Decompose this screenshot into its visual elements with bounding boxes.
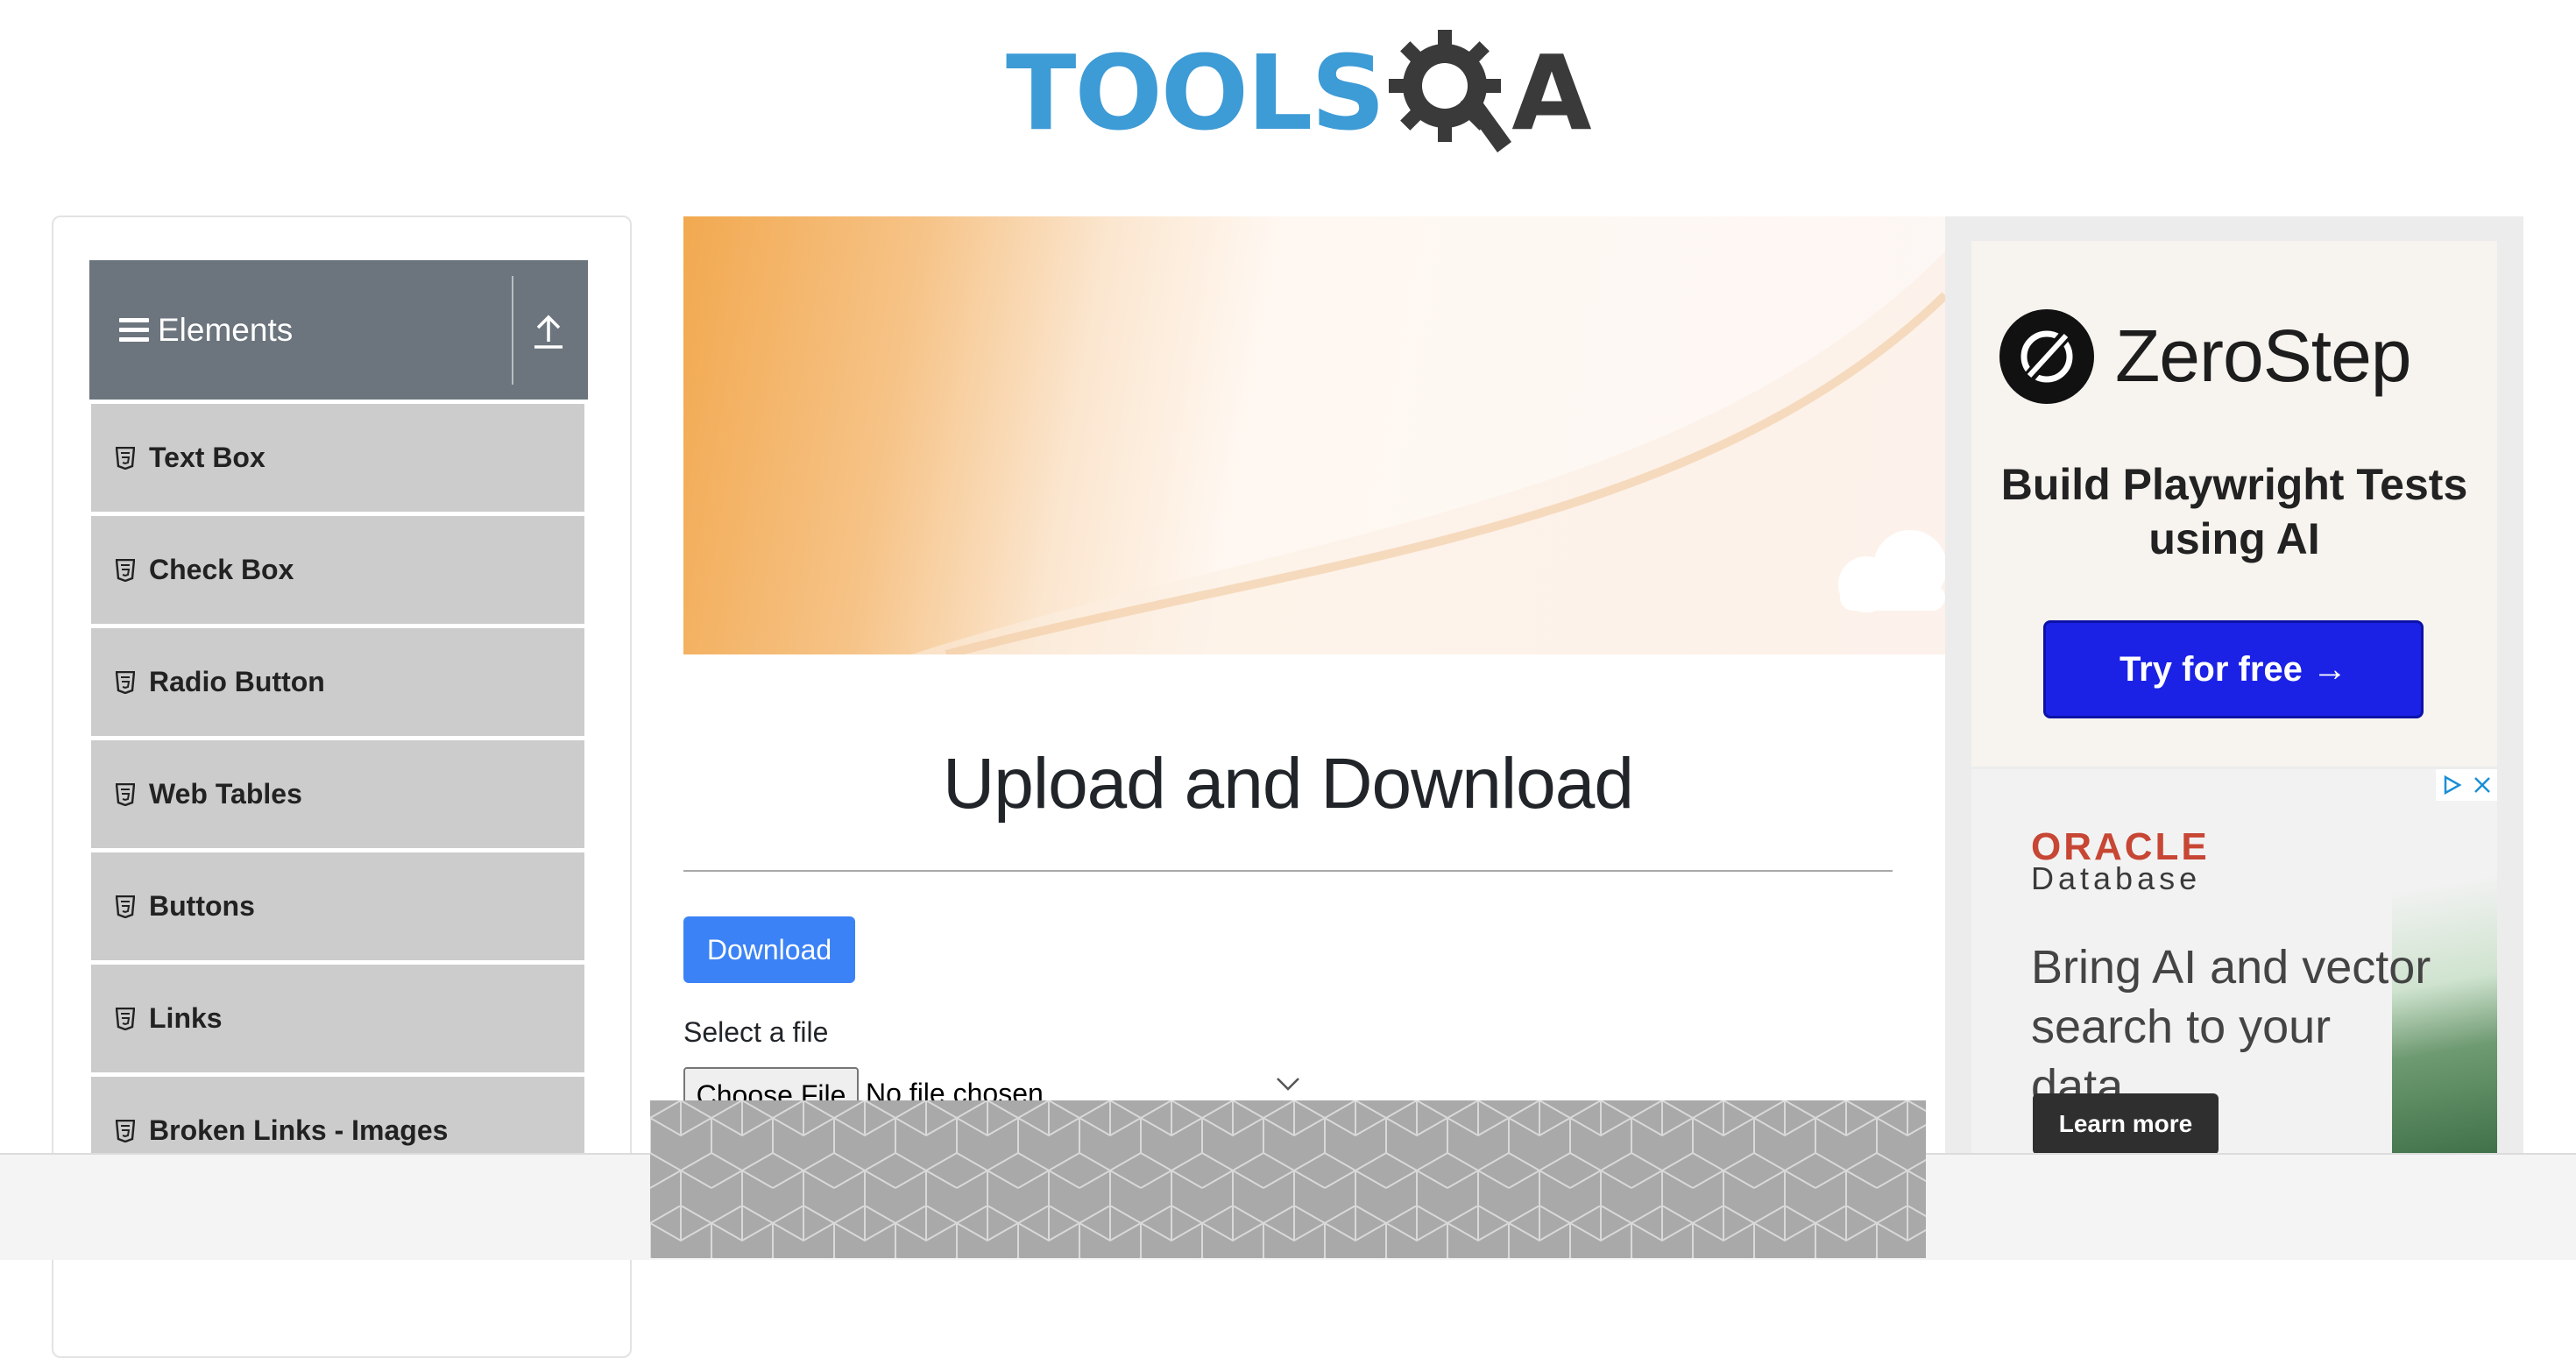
group-title-label: Elements [158,311,294,348]
learn-more-button[interactable]: Learn more [2033,1093,2219,1155]
chevron-down-icon[interactable] [1275,1076,1301,1092]
html5-icon [116,670,135,694]
oracle-headline: Bring AI and vector search to your data [2031,941,2431,1113]
sidebar-item-buttons[interactable]: Buttons [91,852,584,960]
html5-icon [116,558,135,582]
sidebar-item-label: Check Box [149,554,294,585]
sidebar-item-links[interactable]: Links [91,965,584,1072]
html5-icon [116,446,135,470]
sidebar-item-label: Links [149,1002,223,1034]
zerostep-name: ZeroStep [2115,315,2412,397]
logo-text-tools: TOOLS [1006,32,1385,153]
html5-icon [116,1007,135,1030]
sidebar-item-label: Web Tables [149,778,302,810]
group-header-divider [512,276,513,385]
group-title: Elements [119,260,293,400]
download-button[interactable]: Download [683,916,855,983]
sidebar-item-label: Broken Links - Images [149,1114,449,1146]
page-title: Upload and Download [943,744,1634,824]
cube-pattern-graphic [650,1100,1926,1258]
oracle-product: Database [2031,860,2202,896]
group-header-elements[interactable]: Elements [89,260,588,400]
sidebar-item-radio-button[interactable]: Radio Button [91,628,584,736]
close-icon[interactable] [2472,774,2493,796]
site-logo[interactable]: TOOLS A [1006,25,1592,161]
sidebar-item-label: Buttons [149,890,255,922]
html5-icon [116,1119,135,1142]
select-file-label: Select a file [683,1016,829,1048]
gear-magnifier-icon [1389,30,1512,152]
sidebar-item-text-box[interactable]: Text Box [91,404,584,512]
zerostep-logo-icon [1999,309,2094,404]
try-for-free-button[interactable]: Try for free → [2043,620,2424,718]
sidebar-item-web-tables[interactable]: Web Tables [91,740,584,848]
upload-arrow-icon[interactable] [529,308,568,352]
sidebar-item-label: Radio Button [149,666,325,697]
html5-icon [116,782,135,806]
hamburger-icon [119,313,149,347]
logo-text-a: A [1511,32,1592,153]
bottom-ad-banner[interactable] [650,1100,1926,1258]
ad-choices-icon[interactable] [2440,774,2463,796]
sidebar-item-label: Text Box [149,442,265,473]
ad-choices-controls[interactable] [2436,769,2497,801]
banner-wave-graphic [911,251,1945,654]
title-divider [683,870,1893,872]
zerostep-headline: Build Playwright Tests using AI [2000,460,2468,563]
html5-icon [116,895,135,918]
top-banner[interactable] [683,216,1945,654]
sidebar-item-check-box[interactable]: Check Box [91,516,584,624]
